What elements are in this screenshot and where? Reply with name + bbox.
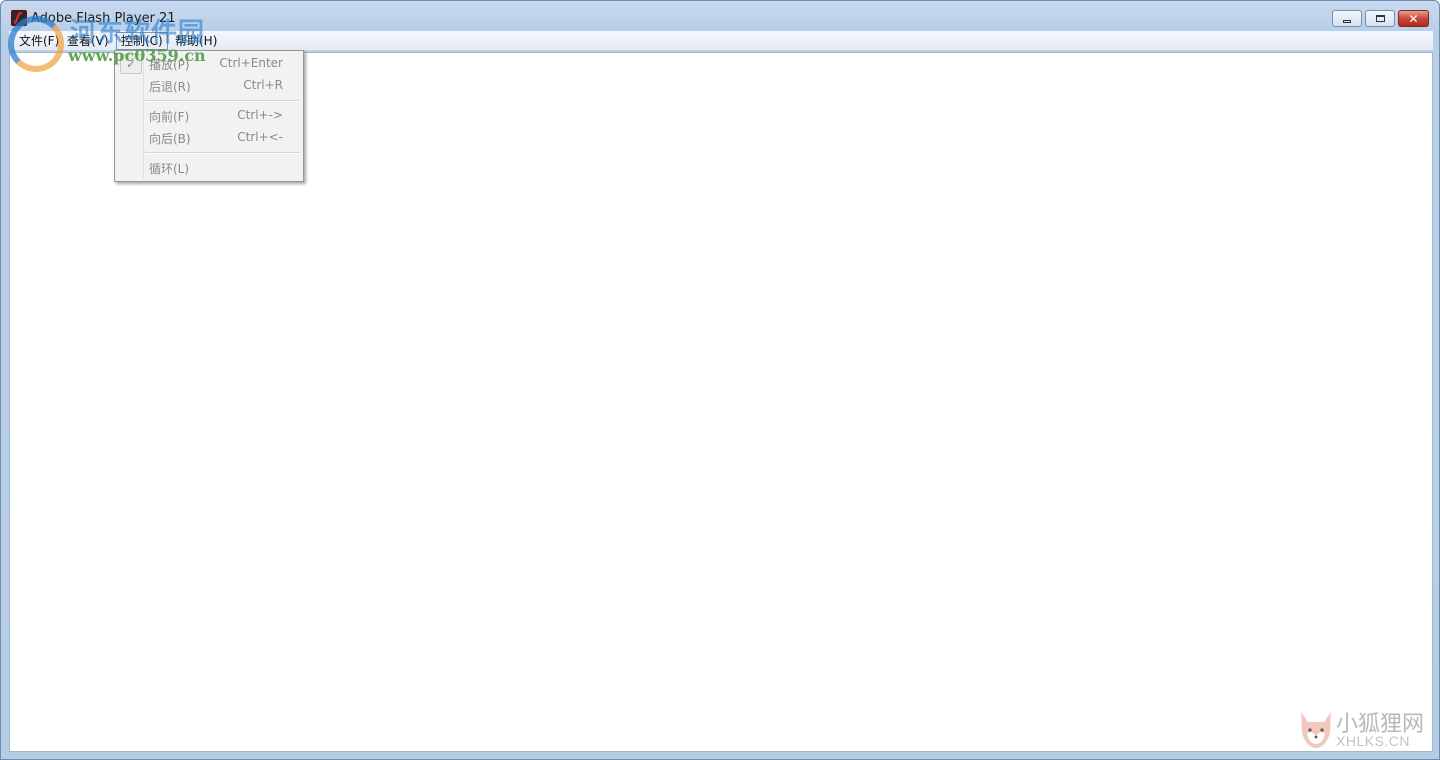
- maximize-button[interactable]: [1365, 10, 1395, 27]
- menu-item-loop[interactable]: 循环(L): [117, 156, 301, 178]
- menu-separator: [145, 100, 299, 102]
- menu-item-label: 向后(B): [149, 132, 191, 146]
- menu-separator: [145, 152, 299, 154]
- menu-item-label: 后退(R): [149, 80, 191, 94]
- menu-item-shortcut: Ctrl+->: [237, 108, 283, 122]
- close-button[interactable]: ✕: [1398, 10, 1429, 27]
- menu-item-shortcut: Ctrl+Enter: [219, 56, 283, 70]
- fox-logo-icon: [1301, 712, 1331, 748]
- minimize-button[interactable]: [1332, 10, 1362, 27]
- watermark-logo-icon: [8, 16, 64, 72]
- menu-item-back[interactable]: 向后(B) Ctrl+<-: [117, 126, 301, 148]
- menu-item-rewind[interactable]: 后退(R) Ctrl+R: [117, 74, 301, 96]
- watermark-pc0359: 河东软件园 www.pc0359.cn: [4, 10, 214, 72]
- watermark-site-name: 河东软件园: [70, 18, 206, 48]
- watermark-url: XHLKS.CN: [1336, 733, 1411, 749]
- watermark-xhlks: 小狐狸网 XHLKS.CN: [1296, 706, 1432, 752]
- menu-item-shortcut: Ctrl+R: [243, 78, 283, 92]
- maximize-icon: [1375, 15, 1385, 22]
- title-bar[interactable]: Adobe Flash Player 21 ✕: [1, 1, 1439, 31]
- window-controls: ✕: [1329, 10, 1429, 27]
- control-menu-dropdown: ✓ 播放(P) Ctrl+Enter 后退(R) Ctrl+R 向前(F) Ct…: [114, 50, 304, 182]
- close-icon: ✕: [1408, 11, 1419, 26]
- menu-item-forward[interactable]: 向前(F) Ctrl+->: [117, 104, 301, 126]
- minimize-icon: [1343, 19, 1351, 23]
- menu-bar: 文件(F) 查看(V) 控制(C) 帮助(H): [9, 31, 1433, 51]
- menu-item-label: 向前(F): [149, 110, 190, 124]
- menu-item-shortcut: Ctrl+<-: [237, 130, 283, 144]
- menu-item-label: 循环(L): [149, 162, 190, 176]
- watermark-url: www.pc0359.cn: [68, 46, 206, 65]
